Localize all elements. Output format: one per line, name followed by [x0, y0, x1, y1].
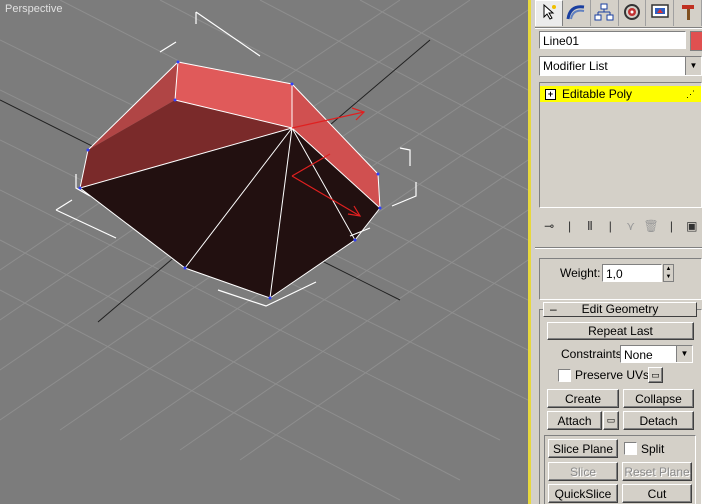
constraints-dropdown[interactable]: None ▼ — [620, 345, 693, 363]
preserve-uvs-settings-button[interactable]: ▭ — [648, 367, 663, 383]
viewport-label[interactable]: Perspective — [5, 3, 62, 15]
tab-create[interactable] — [535, 0, 563, 26]
edit-geometry-rollout-title[interactable]: – Edit Geometry — [543, 302, 697, 317]
preserve-uvs-label: Preserve UVs — [575, 368, 650, 382]
weight-input[interactable]: 1,0 — [602, 264, 662, 282]
preserve-uvs-checkbox[interactable] — [558, 369, 571, 382]
repeat-last-button[interactable]: Repeat Last — [547, 322, 694, 340]
subobject-dots-icon: ⋰ — [686, 88, 695, 99]
utilities-hammer-icon — [679, 3, 697, 24]
settings-window-icon: ▭ — [651, 369, 660, 380]
object-name-input[interactable]: Line01 — [539, 31, 686, 49]
stack-item-editable-poly[interactable]: + Editable Poly ⋰ — [540, 86, 701, 102]
slice-button[interactable]: Slice — [548, 462, 618, 481]
remove-modifier-icon[interactable]: 🗑︎ — [641, 219, 661, 233]
chevron-down-icon: ▼ — [685, 57, 701, 75]
tab-display[interactable] — [646, 0, 675, 26]
divider-icon: | — [608, 219, 612, 233]
tab-modify[interactable] — [563, 0, 591, 26]
cut-button[interactable]: Cut — [622, 484, 692, 503]
create-button[interactable]: Create — [547, 389, 619, 408]
stack-divider — [535, 247, 702, 249]
collapse-button[interactable]: Collapse — [623, 389, 694, 408]
modifier-list-label: Modifier List — [543, 59, 608, 73]
motion-icon — [622, 3, 642, 24]
split-label: Split — [641, 442, 665, 456]
viewport-scene — [0, 0, 528, 501]
divider-icon: | — [568, 219, 572, 233]
tab-utilities[interactable] — [674, 0, 702, 26]
object-color-swatch[interactable] — [690, 31, 702, 51]
show-end-result-icon[interactable]: Ⅱ — [580, 219, 600, 233]
edit-geometry-title: Edit Geometry — [581, 302, 659, 316]
stack-item-label: Editable Poly — [562, 87, 633, 101]
tab-motion[interactable] — [619, 0, 647, 26]
constraints-label: Constraints: — [561, 347, 626, 361]
weight-spinner[interactable]: ▲ ▼ — [663, 264, 674, 282]
command-panel-tabs — [535, 0, 702, 27]
tabs-divider — [535, 27, 702, 29]
quickslice-button[interactable]: QuickSlice — [548, 484, 618, 503]
modify-arc-icon — [566, 3, 586, 24]
reset-plane-button[interactable]: Reset Plane — [622, 462, 692, 481]
editable-poly-object[interactable] — [78, 60, 382, 300]
collapse-minus-icon: – — [550, 302, 557, 316]
modifier-stack: + Editable Poly ⋰ — [539, 82, 702, 208]
make-unique-icon[interactable]: ⋎ — [621, 219, 641, 233]
divider-icon: | — [669, 219, 673, 233]
create-cursor-icon — [540, 3, 558, 24]
stack-toolbar: ⊸ | Ⅱ | ⋎ 🗑︎ | ▣ — [539, 214, 702, 238]
modifier-list-dropdown[interactable]: Modifier List ▼ — [539, 56, 702, 76]
slice-plane-button[interactable]: Slice Plane — [548, 439, 618, 458]
attach-button[interactable]: Attach — [547, 411, 602, 430]
configure-sets-icon[interactable]: ▣ — [682, 219, 702, 233]
constraints-value: None — [624, 348, 653, 362]
command-panel: Line01 Modifier List ▼ + Editable Poly ⋰… — [531, 0, 702, 504]
pin-stack-icon[interactable]: ⊸ — [539, 219, 559, 233]
attach-list-button[interactable]: ▭ — [603, 411, 619, 430]
split-checkbox[interactable] — [624, 442, 637, 455]
weight-label: Weight: — [560, 266, 601, 280]
expand-plus-icon[interactable]: + — [545, 88, 556, 100]
detach-button[interactable]: Detach — [623, 411, 694, 430]
display-icon — [650, 3, 670, 24]
chevron-down-icon: ▼ — [676, 346, 692, 362]
tab-hierarchy[interactable] — [591, 0, 619, 26]
perspective-viewport[interactable]: Perspective — [0, 0, 528, 504]
hierarchy-icon — [594, 3, 614, 24]
settings-window-icon: ▭ — [606, 415, 616, 425]
